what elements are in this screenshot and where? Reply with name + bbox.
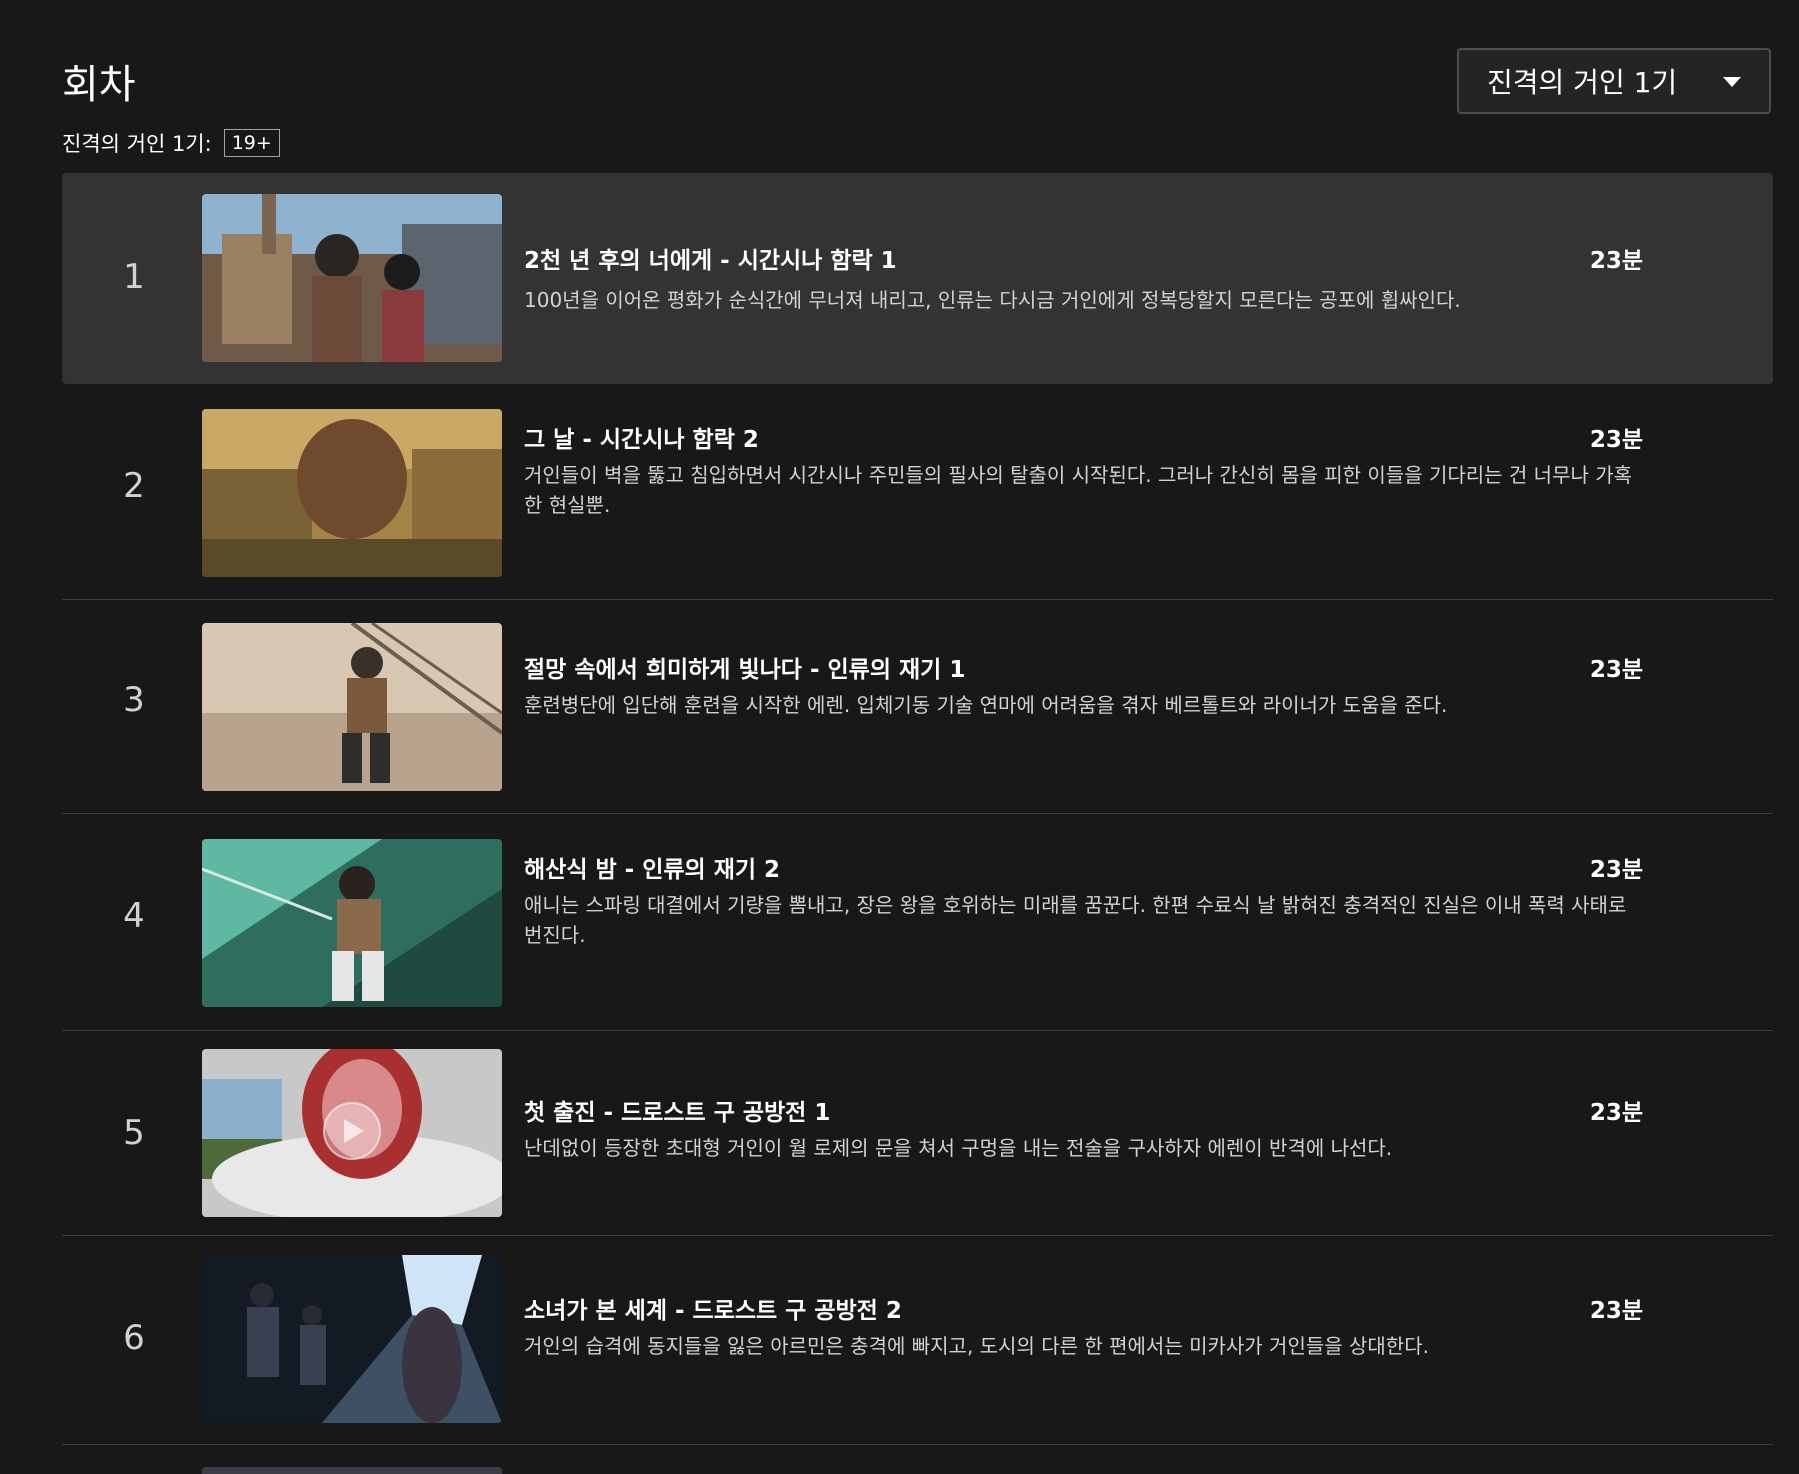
season-info-label: 진격의 거인 1기: bbox=[62, 132, 212, 156]
episode-row[interactable]: 5 첫 출진 - 드로스트 구 공방전 1 23분 난데없이 등장한 초대형 거… bbox=[62, 1031, 1773, 1236]
episode-title: 2천 년 후의 너에게 - 시간시나 함락 1 bbox=[524, 248, 897, 274]
episode-row[interactable]: 6 소녀가 본 세계 - 드로스트 구 공방전 2 23분 거인의 습격에 동지… bbox=[62, 1236, 1773, 1445]
season-dropdown-label: 진격의 거인 1기 bbox=[1487, 66, 1678, 99]
episode-duration: 23분 bbox=[1589, 248, 1643, 274]
episode-title: 소녀가 본 세계 - 드로스트 구 공방전 2 bbox=[524, 1298, 902, 1324]
episode-number: 5 bbox=[123, 1113, 145, 1153]
episode-number: 1 bbox=[123, 257, 145, 297]
episode-duration: 23분 bbox=[1589, 657, 1643, 683]
episode-4-thumbnail-image bbox=[202, 839, 502, 1007]
episode-thumbnail[interactable] bbox=[202, 194, 502, 362]
episode-6-thumbnail-image bbox=[202, 1255, 502, 1423]
episode-2-thumbnail-image bbox=[202, 409, 502, 577]
season-info: 진격의 거인 1기: 19+ bbox=[62, 128, 280, 158]
episode-list-page: 회차 진격의 거인 1기 진격의 거인 1기: 19+ 1 2천 년 후의 너에… bbox=[0, 0, 1799, 1474]
episode-number: 2 bbox=[123, 466, 145, 506]
episode-title: 그 날 - 시간시나 함락 2 bbox=[524, 427, 759, 453]
episode-duration: 23분 bbox=[1589, 857, 1643, 883]
caret-down-icon bbox=[1723, 77, 1741, 87]
episode-description: 난데없이 등장한 초대형 거인이 월 로제의 문을 쳐서 구멍을 내는 전술을 … bbox=[524, 1136, 1393, 1160]
episode-title: 첫 출진 - 드로스트 구 공방전 1 bbox=[524, 1100, 831, 1126]
episode-row[interactable]: 1 2천 년 후의 너에게 - 시간시나 함락 1 23분 100년을 이어온 … bbox=[62, 173, 1773, 384]
maturity-rating-badge: 19+ bbox=[223, 129, 280, 157]
episode-thumbnail[interactable] bbox=[202, 409, 502, 577]
section-title: 회차 bbox=[62, 62, 136, 108]
episode-duration: 23분 bbox=[1589, 1100, 1643, 1126]
season-dropdown[interactable]: 진격의 거인 1기 bbox=[1457, 48, 1771, 114]
episode-number: 4 bbox=[123, 896, 145, 936]
episode-number: 3 bbox=[123, 680, 145, 720]
episode-duration: 23분 bbox=[1589, 427, 1643, 453]
episode-thumbnail[interactable] bbox=[202, 1049, 502, 1217]
episode-5-thumbnail-image bbox=[202, 1049, 502, 1217]
episode-title: 해산식 밤 - 인류의 재기 2 bbox=[524, 857, 781, 883]
next-episode-thumbnail[interactable] bbox=[202, 1467, 502, 1474]
episode-thumbnail[interactable] bbox=[202, 623, 502, 791]
episode-row[interactable]: 4 해산식 밤 - 인류의 재기 2 23분 애니는 스파링 대결에서 기량을 … bbox=[62, 814, 1773, 1031]
episode-description: 100년을 이어온 평화가 순식간에 무너져 내리고, 인류는 다시금 거인에게… bbox=[524, 288, 1461, 312]
episode-thumbnail[interactable] bbox=[202, 1255, 502, 1423]
episode-description: 거인의 습격에 동지들을 잃은 아르민은 충격에 빠지고, 도시의 다른 한 편… bbox=[524, 1334, 1429, 1358]
episode-thumbnail[interactable] bbox=[202, 839, 502, 1007]
episode-row[interactable]: 3 절망 속에서 희미하게 빛나다 - 인류의 재기 1 23분 훈련병단에 입… bbox=[62, 600, 1773, 814]
episode-description: 훈련병단에 입단해 훈련을 시작한 에렌. 입체기동 기술 연마에 어려움을 겪… bbox=[524, 693, 1448, 717]
episode-duration: 23분 bbox=[1589, 1298, 1643, 1324]
episode-description: 애니는 스파링 대결에서 기량을 뽐내고, 장은 왕을 호위하는 미래를 꿈꾼다… bbox=[524, 893, 1627, 947]
episode-title: 절망 속에서 희미하게 빛나다 - 인류의 재기 1 bbox=[524, 657, 966, 683]
episode-number: 6 bbox=[123, 1318, 145, 1358]
episode-row[interactable]: 2 그 날 - 시간시나 함락 2 23분 거인들이 벽을 뚫고 침입하면서 시… bbox=[62, 384, 1773, 600]
episode-description: 거인들이 벽을 뚫고 침입하면서 시간시나 주민들의 필사의 탈출이 시작된다.… bbox=[524, 463, 1633, 517]
episode-1-thumbnail-image bbox=[202, 194, 502, 362]
episode-3-thumbnail-image bbox=[202, 623, 502, 791]
